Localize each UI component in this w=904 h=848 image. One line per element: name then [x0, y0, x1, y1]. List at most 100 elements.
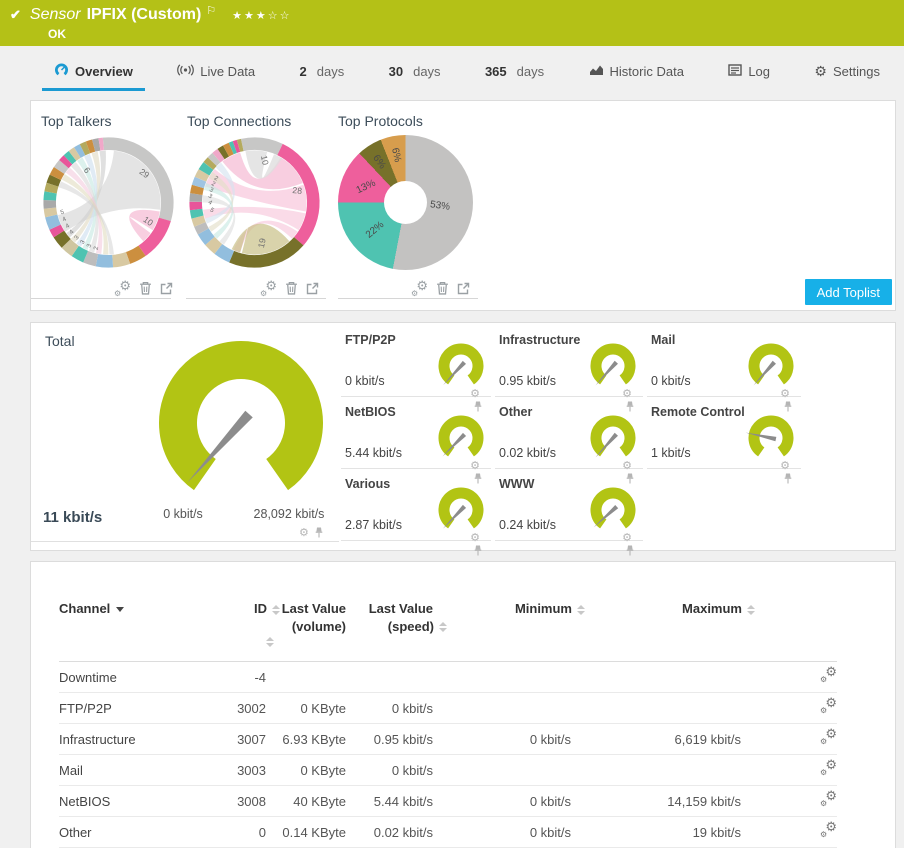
channel-settings-icon[interactable]: ⚙ ⚙: [820, 727, 837, 746]
add-toplist-button[interactable]: Add Toplist: [804, 279, 892, 305]
cell-settings: ⚙ ⚙: [741, 816, 837, 848]
sensor-kind-label: Sensor: [29, 6, 81, 23]
table-row-netbios: NetBIOS 3008 40 KByte 5.44 kbit/s 0 kbit/s 14…: [59, 785, 837, 818]
gauge-actions: ⚙: [622, 533, 637, 556]
pie-hole: [383, 180, 428, 225]
column-header-minimum[interactable]: Minimum: [433, 600, 585, 662]
tab-live-data[interactable]: Live Data: [165, 64, 267, 91]
total-gauge-min-label: 0 kbit/s: [163, 507, 203, 521]
tab-number: 30: [388, 64, 404, 79]
cell-id: -4: [214, 661, 266, 694]
cell-id: 3002: [214, 692, 266, 725]
gauge-cell-www: WWW 0.24 kbit/s ⚙: [495, 469, 643, 556]
column-header-last_speed[interactable]: Last Value (speed): [346, 600, 447, 662]
tab-365-days[interactable]: 365 days: [473, 64, 556, 91]
live-icon: [177, 64, 194, 79]
table-row-other: Other 0 0.14 KByte 0.02 kbit/s 0 kbit/s 19 kb…: [59, 816, 837, 848]
external-link-icon[interactable]: [160, 282, 173, 298]
toplist-top-connections: Top Connections 10 28 19 2 2 3 3 4 5 ⚙ ⚙: [187, 113, 327, 298]
toplist-settings-icon[interactable]: ⚙ ⚙: [260, 279, 277, 298]
toplist-actions: ⚙ ⚙: [114, 279, 173, 298]
total-gauge: [151, 331, 331, 514]
protocols-pie-chart: 53% 22% 13% 6% 6%: [338, 135, 473, 270]
cell-last_speed: 0.02 kbit/s: [346, 816, 433, 848]
divider: [186, 298, 326, 299]
cell-channel: Downtime: [59, 661, 214, 694]
cell-last_speed: [346, 661, 433, 694]
cell-last_speed: 0 kbit/s: [346, 692, 433, 725]
channel-settings-icon[interactable]: ⚙ ⚙: [820, 820, 837, 839]
tab-historic-data[interactable]: Historic Data: [577, 64, 696, 91]
channel-settings-icon[interactable]: ⚙ ⚙: [820, 696, 837, 715]
column-header-id[interactable]: ID: [214, 600, 280, 662]
tab-bar: Overview Live Data 2 days 30 days 365 days Histo…: [0, 46, 904, 91]
channel-settings-icon[interactable]: ⚙ ⚙: [820, 665, 837, 684]
priority-stars[interactable]: ★★★☆☆: [232, 9, 291, 22]
cell-last_volume: 40 KByte: [266, 785, 346, 818]
tab-2-days[interactable]: 2 days: [288, 64, 357, 91]
cell-minimum: [433, 754, 571, 787]
gauge-cell-empty: [647, 469, 801, 541]
pie-slice-label: 53%: [429, 198, 452, 213]
column-header-channel[interactable]: Channel: [59, 600, 214, 662]
cell-settings: ⚙ ⚙: [741, 661, 837, 694]
tab-overview[interactable]: Overview: [42, 63, 145, 91]
status-badge: OK: [48, 27, 66, 41]
cell-minimum: 0 kbit/s: [433, 785, 571, 818]
gauge-label: Various: [345, 477, 391, 491]
toplist-actions: ⚙ ⚙: [260, 279, 319, 298]
tab-label: Overview: [75, 63, 133, 79]
pie-slice-label: 22%: [364, 218, 387, 241]
gear-icon[interactable]: ⚙: [299, 528, 309, 539]
toplist-top-talkers: Top Talkers 6 29 10 2 3 3 3 4 4 4 5 ⚙ ⚙: [41, 113, 181, 298]
tab-number: 365: [484, 64, 507, 79]
divider: [338, 298, 478, 299]
gear-icon[interactable]: ⚙: [622, 533, 632, 544]
tab-label: Live Data: [200, 64, 256, 79]
tab-settings[interactable]: ⚙ Settings: [802, 64, 892, 91]
historic-icon: [589, 64, 604, 79]
trash-icon[interactable]: [139, 281, 152, 298]
cell-maximum: 14,159 kbit/s: [571, 785, 741, 818]
total-gauge-title: Total: [45, 333, 75, 349]
pin-icon[interactable]: [314, 526, 324, 541]
gauge-value: 5.44 kbit/s: [345, 446, 402, 460]
trash-icon[interactable]: [285, 281, 298, 298]
cell-id: 0: [214, 816, 266, 848]
gauge-value: 0 kbit/s: [345, 374, 385, 388]
column-header-maximum[interactable]: Maximum: [571, 600, 755, 662]
tab-label: Historic Data: [609, 64, 684, 79]
cell-maximum: [571, 692, 741, 725]
tab-label: days: [516, 64, 545, 79]
toplist-title: Top Connections: [187, 113, 292, 129]
tab-log[interactable]: Log: [716, 64, 782, 91]
channel-gauges-panel: Total 0 kbit/s 28,092 kbit/s 11 kbit/s ⚙…: [30, 322, 896, 556]
toplist-settings-icon[interactable]: ⚙ ⚙: [114, 279, 131, 298]
channel-settings-icon[interactable]: ⚙ ⚙: [820, 758, 837, 777]
channel-settings-icon[interactable]: ⚙ ⚙: [820, 789, 837, 808]
cell-last_speed: 0 kbit/s: [346, 754, 433, 787]
cell-last_speed: 0.95 kbit/s: [346, 723, 433, 756]
divider: [31, 541, 339, 542]
gauge-value: 0.24 kbit/s: [499, 518, 556, 532]
sensor-header: ✔ Sensor IPFIX (Custom) ⚐ ★★★☆☆ OK: [0, 0, 904, 46]
settings-icon: ⚙: [814, 63, 827, 79]
cell-last_volume: 6.93 KByte: [266, 723, 346, 756]
toplist-chart[interactable]: 53% 22% 13% 6% 6%: [338, 135, 473, 270]
external-link-icon[interactable]: [306, 282, 319, 298]
trash-icon[interactable]: [436, 281, 449, 298]
tab-label: Settings: [832, 64, 880, 79]
toplist-chart[interactable]: 6 29 10 2 3 3 3 4 4 4 5: [41, 135, 176, 270]
log-icon: [728, 64, 743, 79]
external-link-icon[interactable]: [457, 282, 470, 298]
table-row-ftp-p2p: FTP/P2P 3002 0 KByte 0 kbit/s ⚙ ⚙: [59, 692, 837, 725]
tab-30-days[interactable]: 30 days: [377, 64, 453, 91]
cell-last_volume: 0.14 KByte: [266, 816, 346, 848]
gear-icon[interactable]: ⚙: [470, 533, 480, 544]
gauge-label: WWW: [499, 477, 535, 491]
flag-icon[interactable]: ⚐: [206, 4, 216, 17]
gauge-cell-various: Various 2.87 kbit/s ⚙: [341, 469, 491, 556]
toplist-chart[interactable]: 10 28 19 2 2 3 3 4 5: [187, 135, 322, 270]
toplist-settings-icon[interactable]: ⚙ ⚙: [411, 279, 428, 298]
gauge-label: Remote Control: [651, 405, 745, 419]
